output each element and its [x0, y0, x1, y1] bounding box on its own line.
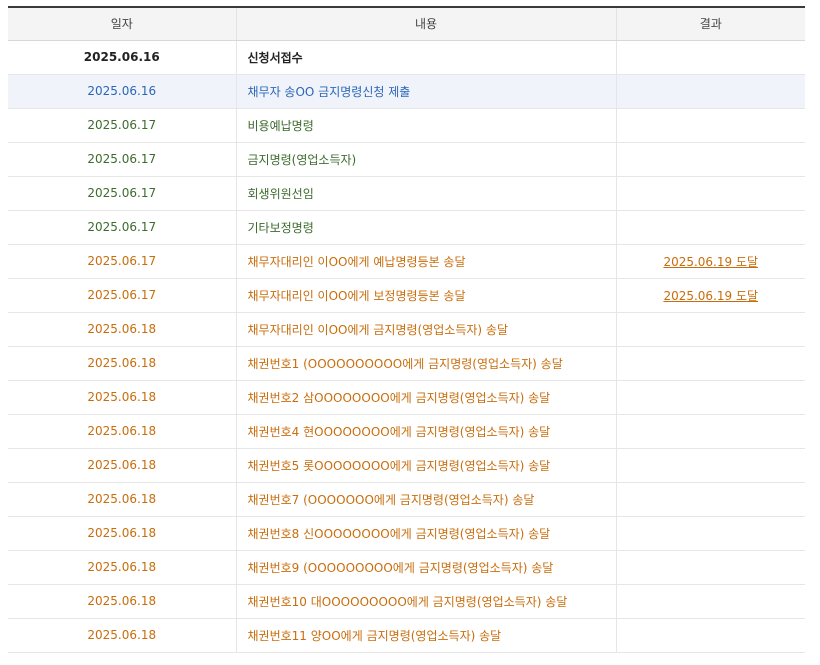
table-row: 2025.06.18 채무자대리인 이OO에게 금지명령(영업소득자) 송달	[8, 312, 805, 347]
column-header-date: 일자	[8, 7, 236, 41]
row-content: 채권번호1 (OOOOOOOOOO에게 금지명령(영업소득자) 송달	[235, 346, 616, 381]
row-content: 채무자대리인 이OO에게 보정명령등본 송달	[235, 278, 616, 313]
delivery-result-link[interactable]: 2025.06.19 도달	[663, 255, 758, 269]
row-date: 2025.06.17	[8, 142, 236, 177]
row-result	[615, 108, 805, 143]
row-content: 채권번호5 롯OOOOOOOO에게 금지명령(영업소득자) 송달	[235, 448, 616, 483]
case-progress-table-wrapper: 일자 내용 결과 2025.06.16 신청서접수 2025.06.16 채무자…	[8, 6, 805, 653]
row-content: 채권번호9 (OOOOOOOOO에게 금지명령(영업소득자) 송달	[235, 550, 616, 585]
row-content: 신청서접수	[235, 40, 616, 75]
row-content: 채무자대리인 이OO에게 예납명령등본 송달	[235, 244, 616, 279]
table-row: 2025.06.16 신청서접수	[8, 40, 805, 75]
table-row: 2025.06.18 채권번호10 대OOOOOOOOO에게 금지명령(영업소득…	[8, 584, 805, 619]
row-result	[615, 380, 805, 415]
case-progress-table: 일자 내용 결과 2025.06.16 신청서접수 2025.06.16 채무자…	[8, 6, 805, 653]
row-date: 2025.06.18	[8, 618, 236, 653]
row-result	[615, 40, 805, 75]
row-content: 채권번호2 삼OOOOOOOO에게 금지명령(영업소득자) 송달	[235, 380, 616, 415]
row-result	[615, 414, 805, 449]
row-content: 채무자 송OO 금지명령신청 제출	[235, 74, 616, 109]
row-date: 2025.06.18	[8, 448, 236, 483]
table-row: 2025.06.17 채무자대리인 이OO에게 예납명령등본 송달 2025.0…	[8, 244, 805, 279]
row-date: 2025.06.17	[8, 176, 236, 211]
row-date: 2025.06.18	[8, 584, 236, 619]
row-result	[615, 482, 805, 517]
row-date: 2025.06.18	[8, 346, 236, 381]
table-header: 일자 내용 결과	[8, 7, 805, 41]
table-row: 2025.06.16 채무자 송OO 금지명령신청 제출	[8, 74, 805, 109]
row-result	[615, 584, 805, 619]
table-row: 2025.06.17 회생위원선임	[8, 176, 805, 211]
row-result	[615, 210, 805, 245]
table-row: 2025.06.18 채권번호8 신OOOOOOOO에게 금지명령(영업소득자)…	[8, 516, 805, 551]
row-date: 2025.06.18	[8, 414, 236, 449]
row-date: 2025.06.18	[8, 312, 236, 347]
row-content: 채권번호8 신OOOOOOOO에게 금지명령(영업소득자) 송달	[235, 516, 616, 551]
table-row: 2025.06.18 채권번호5 롯OOOOOOOO에게 금지명령(영업소득자)…	[8, 448, 805, 483]
row-content: 채권번호10 대OOOOOOOOO에게 금지명령(영업소득자) 송달	[235, 584, 616, 619]
table-row: 2025.06.17 금지명령(영업소득자)	[8, 142, 805, 177]
row-date: 2025.06.17	[8, 278, 236, 313]
row-date: 2025.06.18	[8, 550, 236, 585]
row-content: 채권번호4 현OOOOOOOO에게 금지명령(영업소득자) 송달	[235, 414, 616, 449]
column-header-result: 결과	[615, 7, 805, 41]
row-result: 2025.06.19 도달	[615, 244, 805, 279]
table-row: 2025.06.18 채권번호7 (OOOOOOO에게 금지명령(영업소득자) …	[8, 482, 805, 517]
table-row: 2025.06.17 비용예납명령	[8, 108, 805, 143]
row-result	[615, 516, 805, 551]
row-result: 2025.06.19 도달	[615, 278, 805, 313]
delivery-result-link[interactable]: 2025.06.19 도달	[663, 289, 758, 303]
table-row: 2025.06.17 기타보정명령	[8, 210, 805, 245]
table-row: 2025.06.18 채권번호2 삼OOOOOOOO에게 금지명령(영업소득자)…	[8, 380, 805, 415]
table-row: 2025.06.17 채무자대리인 이OO에게 보정명령등본 송달 2025.0…	[8, 278, 805, 313]
row-content: 기타보정명령	[235, 210, 616, 245]
row-result	[615, 176, 805, 211]
row-result	[615, 550, 805, 585]
row-result	[615, 618, 805, 653]
row-result	[615, 448, 805, 483]
row-date: 2025.06.17	[8, 244, 236, 279]
row-date: 2025.06.17	[8, 108, 236, 143]
row-result	[615, 312, 805, 347]
row-content: 채권번호7 (OOOOOOO에게 금지명령(영업소득자) 송달	[235, 482, 616, 517]
table-body: 2025.06.16 신청서접수 2025.06.16 채무자 송OO 금지명령…	[8, 40, 805, 653]
table-row: 2025.06.18 채권번호11 양OO에게 금지명령(영업소득자) 송달	[8, 618, 805, 653]
row-date: 2025.06.18	[8, 516, 236, 551]
row-result	[615, 142, 805, 177]
row-content: 회생위원선임	[235, 176, 616, 211]
row-date: 2025.06.17	[8, 210, 236, 245]
row-content: 채무자대리인 이OO에게 금지명령(영업소득자) 송달	[235, 312, 616, 347]
table-row: 2025.06.18 채권번호9 (OOOOOOOOO에게 금지명령(영업소득자…	[8, 550, 805, 585]
row-date: 2025.06.16	[8, 40, 236, 75]
row-date: 2025.06.18	[8, 380, 236, 415]
row-result	[615, 74, 805, 109]
row-content: 채권번호11 양OO에게 금지명령(영업소득자) 송달	[235, 618, 616, 653]
row-content: 금지명령(영업소득자)	[235, 142, 616, 177]
table-row: 2025.06.18 채권번호4 현OOOOOOOO에게 금지명령(영업소득자)…	[8, 414, 805, 449]
row-date: 2025.06.18	[8, 482, 236, 517]
column-header-content: 내용	[235, 7, 616, 41]
row-content: 비용예납명령	[235, 108, 616, 143]
table-row: 2025.06.18 채권번호1 (OOOOOOOOOO에게 금지명령(영업소득…	[8, 346, 805, 381]
row-result	[615, 346, 805, 381]
row-date: 2025.06.16	[8, 74, 236, 109]
